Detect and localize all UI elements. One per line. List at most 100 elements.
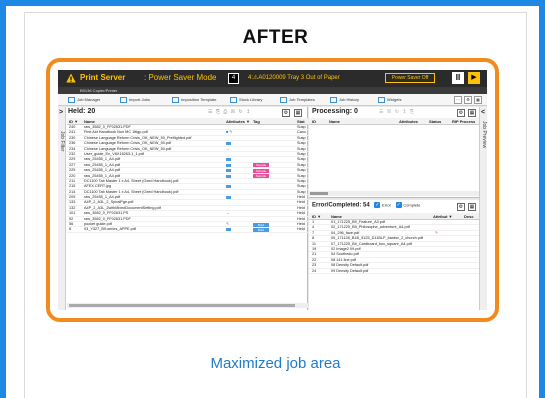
alert-message[interactable]: 4:⚠A0120009 Tray 3 Out of Paper: [248, 74, 340, 81]
pause-button[interactable]: II: [452, 72, 464, 84]
processing-grid-icon[interactable]: ▦: [468, 109, 476, 117]
error-settings-icon[interactable]: ⚙: [457, 203, 465, 211]
held-table-header: ID ▼ Name Attributes ▼ Tag Stat: [67, 118, 308, 125]
col-name[interactable]: Name: [331, 213, 342, 220]
blue-border-right: [539, 0, 545, 398]
held-table-body: 240 raw_3582_0_FF02631.PDF Susp 241 First Ai…: [67, 125, 308, 233]
error-filter-label: Error: [382, 202, 391, 208]
held-panel: > Job Filter Held: 20 ☰ ⎘ ⎙ ☒ ↻ ↥ ⚙ ▦ ID…: [58, 107, 308, 310]
blue-border-top: [0, 0, 545, 6]
col-status[interactable]: Status: [429, 118, 441, 125]
more-icon[interactable]: ···: [454, 96, 462, 104]
error-completed-table-body: 1 01_171225_B9_Feature_A3.pdf 4 02_171225_B…: [309, 220, 479, 274]
slide-frame: AFTER Maximized job area Print Server : …: [0, 0, 545, 398]
history-icon: [330, 96, 337, 103]
tag-badge: Sample: [253, 174, 269, 179]
job-filter-label: Job Filter: [59, 131, 65, 152]
processing-horizontal-scrollbar[interactable]: [309, 191, 479, 196]
job-name: 09 Density Default.pdf: [331, 268, 369, 273]
col-description[interactable]: Desc: [464, 213, 474, 220]
tab-import-jobs[interactable]: Import Jobs: [120, 96, 150, 104]
job-preview-label: Job Preview: [481, 121, 487, 149]
held-grid-icon[interactable]: ▦: [294, 109, 302, 117]
processing-table-header: ID Name Attributes Status RIP Process: [309, 118, 479, 125]
col-name[interactable]: Name: [329, 118, 340, 125]
blue-border-left: [0, 0, 6, 398]
tag-badge: Sample: [253, 168, 269, 173]
processing-panel: Processing: 0 ☰ ☒ ↻ ↥ ⎘ ⚙ ▦ ID Name Attr…: [309, 107, 479, 198]
col-attributes[interactable]: Attributes: [399, 118, 418, 125]
error-completed-title: Error/Completed: 54: [312, 202, 370, 209]
tab-job-templates[interactable]: Job Templates: [280, 96, 315, 104]
attribute-icon: [226, 196, 231, 200]
completed-filter-checkbox[interactable]: ✓: [395, 202, 402, 208]
error-completed-panel: Error/Completed: 54 ✓ Error ✓ Complete ⚙…: [309, 200, 479, 310]
resume-button[interactable]: ▶: [468, 72, 480, 84]
attribute-icon: [226, 185, 231, 189]
job-id: 24: [312, 268, 317, 273]
app-title: Print Server: [80, 73, 126, 82]
tag-badge: Bold: [253, 227, 269, 232]
highlight-outline: Print Server : Power Saver Mode 4 4:⚠A01…: [46, 58, 499, 322]
attribute-icon: [226, 228, 231, 232]
chevron-left-icon[interactable]: <: [481, 109, 485, 116]
held-title: Held: 20: [68, 108, 96, 115]
warning-icon: [66, 73, 76, 83]
tab-job-history[interactable]: Job History: [330, 96, 359, 104]
power-saver-off-button[interactable]: Power Saver Off: [385, 73, 435, 83]
job-preview-sidebar[interactable]: < Job Preview: [479, 107, 487, 310]
col-id[interactable]: ID ▼: [312, 213, 321, 220]
attribute-icon: [226, 169, 231, 173]
col-status[interactable]: Stat: [297, 118, 305, 125]
held-settings-icon[interactable]: ⚙: [282, 109, 290, 117]
scrollbar-thumb[interactable]: [69, 304, 295, 307]
error-grid-icon[interactable]: ▦: [468, 203, 476, 211]
tag-badge: Sample: [253, 163, 269, 168]
job-id: 6: [69, 227, 72, 232]
completed-filter-label: Complete: [403, 202, 421, 208]
table-row[interactable]: 24 09 Density Default.pdf: [309, 269, 479, 274]
held-horizontal-scrollbar[interactable]: [67, 303, 308, 308]
attribute-icon: [226, 142, 231, 146]
job-manager-icon: [68, 96, 75, 103]
col-id[interactable]: ID: [312, 118, 316, 125]
status-bar: Print Server : Power Saver Mode 4 4:⚠A01…: [58, 70, 487, 87]
tab-imposition-template[interactable]: Imposition Template: [172, 96, 217, 104]
tab-job-manager[interactable]: Job Manager: [68, 96, 100, 104]
chevron-right-icon[interactable]: >: [59, 109, 63, 116]
tab-widgets[interactable]: Widgets: [378, 96, 401, 104]
job-status: Held: [297, 227, 305, 232]
alert-count-badge[interactable]: 4: [228, 73, 239, 84]
template-icon: [280, 96, 287, 103]
error-completed-table-header: ID ▼ Name Attribut ▼ Desc: [309, 213, 479, 220]
attribute-icon: [226, 158, 231, 162]
settings-icon[interactable]: ⚙: [464, 96, 472, 104]
col-id[interactable]: ID ▼: [69, 118, 78, 125]
error-filter-checkbox[interactable]: ✓: [374, 202, 381, 208]
stock-icon: [230, 96, 237, 103]
table-row[interactable]: 6 03_Y327_B9-series_APPE.pdf Bold Held: [67, 227, 308, 233]
processing-settings-icon[interactable]: ⚙: [457, 109, 465, 117]
processing-title: Processing: 0: [312, 108, 358, 115]
col-tag[interactable]: Tag: [253, 118, 260, 125]
tab-stock-library[interactable]: Stock Library: [230, 96, 262, 104]
job-filter-sidebar[interactable]: > Job Filter: [58, 107, 66, 310]
col-attributes[interactable]: Attributes ▼: [226, 118, 250, 125]
col-name[interactable]: Name: [84, 118, 95, 125]
scrollbar-thumb[interactable]: [310, 192, 328, 195]
layout-grid-icon[interactable]: ▦: [474, 96, 482, 104]
tool-tabs: Job Manager Import Jobs Imposition Templ…: [58, 94, 487, 106]
import-icon: [120, 96, 127, 103]
slide-caption: Maximized job area: [210, 355, 341, 372]
widgets-icon: [378, 96, 385, 103]
held-toolbar-icons[interactable]: ☰ ⎘ ⎙ ☒ ↻ ↥: [208, 109, 251, 115]
col-attributes[interactable]: Attribut ▼: [433, 213, 453, 220]
attribute-icon: [226, 163, 231, 167]
power-mode-text: : Power Saver Mode: [144, 73, 217, 82]
processing-toolbar-icons[interactable]: ☰ ☒ ↻ ↥ ⎘: [379, 109, 415, 115]
attribute-icon: [226, 174, 231, 178]
error-completed-header: Error/Completed: 54 ✓ Error ✓ Complete: [312, 202, 420, 209]
tag-badge: Bold: [253, 222, 269, 227]
col-rip-process[interactable]: RIP Process: [452, 118, 475, 125]
slide-title: AFTER: [242, 27, 309, 48]
